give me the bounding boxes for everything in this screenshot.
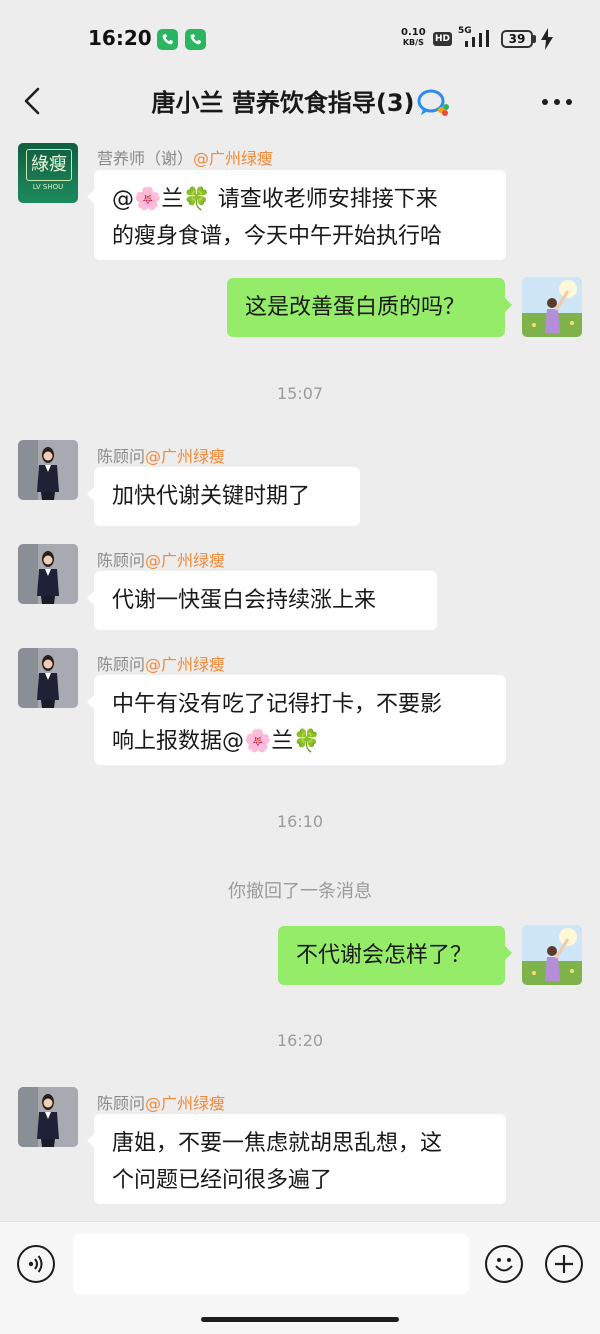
my-message-bubble[interactable]: 这是改善蛋白质的吗？ (227, 278, 512, 337)
message-input[interactable] (73, 1234, 469, 1294)
timestamp: 16:10 (276, 812, 324, 831)
net-speed-unit: KB/S (402, 38, 424, 47)
sender-group-tag: @广州绿瘦 (145, 447, 226, 466)
home-indicator (201, 1317, 399, 1322)
sender-name: 陈顾问@广州绿瘦 (97, 1090, 225, 1114)
message-bubble[interactable]: 中午有没有吃了记得打卡，不要影 响上报数据@🌸兰🍀 (87, 675, 506, 765)
net-speed-value: 0.10 (401, 27, 426, 38)
wecom-group-icon (417, 89, 449, 116)
message-text: 不代谢会怎样了？ (296, 943, 473, 968)
charging-icon (541, 28, 553, 50)
more-functions-button[interactable] (545, 1245, 583, 1283)
message-bubble[interactable]: 加快代谢关键时期了 (87, 467, 360, 526)
recalled-message-notice: 你撤回了一条消息 (228, 881, 372, 902)
timestamp: 16:20 (276, 1031, 324, 1050)
message-bubble[interactable]: @🌸兰🍀 请查收老师安排接下来 的瘦身食谱，今天中午开始执行哈 (87, 170, 506, 260)
sender-name: 陈顾问@广州绿瘦 (97, 547, 225, 571)
battery-tip (533, 35, 536, 43)
message-text: 这是改善蛋白质的吗？ (245, 295, 466, 320)
sender-label: 陈顾问 (97, 551, 146, 570)
status-time: 16:20 (88, 26, 152, 50)
my-avatar[interactable] (522, 277, 582, 337)
network-speed: 0.10 KB/S (401, 28, 426, 48)
message-line: 唐姐，不要一焦虑就胡思乱想，这 (112, 1131, 443, 1156)
plus-icon (555, 1255, 573, 1273)
message-line: @🌸兰🍀 请查收老师安排接下来 (112, 187, 438, 212)
avatar-consultant[interactable] (18, 1087, 78, 1147)
message-text: 加快代谢关键时期了 (112, 484, 311, 509)
my-message-bubble[interactable]: 不代谢会怎样了？ (278, 926, 512, 985)
chat-title: 唐小兰 营养饮食指导(3) (0, 86, 600, 120)
message-bubble[interactable]: 唐姐，不要一焦虑就胡思乱想，这 个问题已经问很多遍了 (87, 1114, 506, 1204)
avatar-consultant[interactable] (18, 648, 78, 708)
voice-icon (28, 1255, 43, 1273)
chat-title-text: 唐小兰 营养饮食指导(3) (151, 89, 415, 117)
message-line: 响上报数据@🌸兰🍀 (112, 729, 321, 754)
sender-group-tag: @广州绿瘦 (145, 655, 226, 674)
emoji-icon (495, 1258, 513, 1272)
sender-name: 陈顾问@广州绿瘦 (97, 651, 225, 675)
message-line: 的瘦身食谱，今天中午开始执行哈 (112, 224, 443, 249)
sender-label: 陈顾问 (97, 655, 146, 674)
message-line: 中午有没有吃了记得打卡，不要影 (112, 692, 443, 717)
sender-group-tag: @广州绿瘦 (145, 1094, 226, 1113)
voice-input-button[interactable] (17, 1245, 55, 1283)
avatar-consultant[interactable] (18, 440, 78, 500)
battery-icon: 39 (501, 30, 533, 48)
avatar-consultant[interactable] (18, 544, 78, 604)
sender-name: 营养师（谢）@广州绿瘦 (97, 145, 273, 169)
message-bubble[interactable]: 代谢一快蛋白会持续涨上来 (87, 571, 437, 630)
avatar-logo-text: 綠瘦 (26, 149, 72, 181)
sender-label: 营养师（谢） (97, 149, 194, 168)
more-options-button[interactable] (540, 92, 574, 112)
signal-icon (465, 30, 489, 47)
my-avatar[interactable] (522, 925, 582, 985)
message-text: 代谢一快蛋白会持续涨上来 (112, 588, 377, 613)
emoji-button[interactable] (485, 1245, 523, 1283)
avatar-lvshou[interactable]: 綠瘦 LV SHOU (18, 143, 78, 203)
timestamp: 15:07 (276, 384, 324, 403)
wechat-notification-icon (157, 29, 178, 50)
message-line: 个问题已经问很多遍了 (112, 1168, 333, 1193)
sender-group-tag: @广州绿瘦 (193, 149, 274, 168)
sender-name: 陈顾问@广州绿瘦 (97, 443, 225, 467)
sender-label: 陈顾问 (97, 447, 146, 466)
hd-badge: HD (433, 32, 452, 46)
wechat-notification-icon (185, 29, 206, 50)
avatar-logo-sub: LV SHOU (32, 183, 64, 191)
sender-label: 陈顾问 (97, 1094, 146, 1113)
sender-group-tag: @广州绿瘦 (145, 551, 226, 570)
